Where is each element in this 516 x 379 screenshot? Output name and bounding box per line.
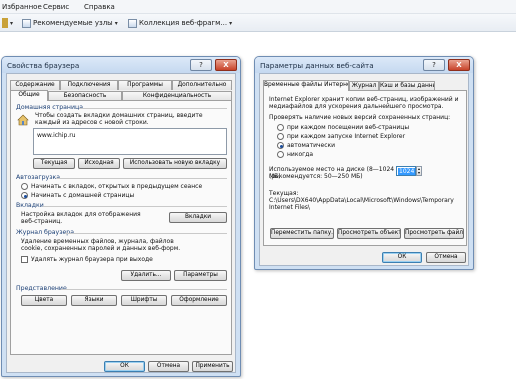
help-button[interactable]: ? bbox=[423, 59, 445, 71]
general-tab-panel: Домашняя страница Чтобы создать вкладки … bbox=[10, 100, 232, 355]
website-data-settings-window: Параметры данных веб-сайта ? X Временные… bbox=[254, 56, 474, 270]
appearance-heading: Представление bbox=[16, 285, 67, 292]
temporary-files-panel: Internet Explorer хранит копии веб-стран… bbox=[263, 90, 467, 246]
ok-button[interactable]: ОК bbox=[104, 361, 145, 372]
fonts-button[interactable]: Шрифты bbox=[121, 295, 167, 306]
check-every-start-radio[interactable] bbox=[277, 133, 284, 140]
check-newer-label: Проверять наличие новых версий сохраненн… bbox=[269, 114, 451, 121]
home-page-urls-field[interactable]: www.ichip.ru bbox=[33, 128, 227, 155]
divider bbox=[57, 178, 227, 179]
disk-space-spinner[interactable]: ▴ ▾ bbox=[416, 166, 422, 176]
move-folder-button[interactable]: Переместить папку... bbox=[270, 228, 334, 239]
check-every-visit-label: при каждом посещении веб-страницы bbox=[287, 124, 410, 131]
ok-button[interactable]: ОК bbox=[382, 252, 422, 263]
tabs-heading: Вкладки bbox=[16, 202, 44, 209]
chevron-down-icon: ▾ bbox=[10, 19, 14, 27]
startup-home-radio[interactable] bbox=[21, 192, 28, 199]
disk-space-input[interactable]: 1024 bbox=[396, 166, 416, 176]
tab-temporary-internet-files[interactable]: Временные файлы Интернета bbox=[263, 80, 349, 91]
home-page-description: Чтобы создать вкладки домашних страниц, … bbox=[35, 112, 203, 126]
tab-advanced[interactable]: Дополнительно bbox=[172, 80, 232, 90]
tab-programs[interactable]: Программы bbox=[118, 80, 172, 90]
title-bar[interactable]: Свойства браузера ? X bbox=[2, 57, 240, 73]
menu-help[interactable]: Справка bbox=[84, 3, 115, 11]
startup-restore-radio[interactable] bbox=[21, 183, 28, 190]
close-button[interactable]: X bbox=[448, 59, 470, 71]
current-location-label: Текущая: bbox=[269, 190, 299, 197]
apply-button[interactable]: Применить bbox=[192, 361, 233, 372]
favorites-bar: ▾ Рекомендуемые узлы ▾ Коллекция веб-фра… bbox=[0, 14, 516, 32]
use-default-button[interactable]: Исходная bbox=[78, 158, 120, 169]
current-location-path: C:\Users\DX640\AppData\Local\Microsoft\W… bbox=[269, 197, 454, 211]
divider bbox=[43, 206, 227, 207]
colors-button[interactable]: Цвета bbox=[21, 295, 67, 306]
home-page-heading: Домашняя страница bbox=[16, 104, 83, 111]
tab-connections[interactable]: Подключения bbox=[60, 80, 118, 90]
cancel-button[interactable]: Отмена bbox=[426, 252, 466, 263]
cancel-button[interactable]: Отмена bbox=[148, 361, 189, 372]
startup-home-label: Начинать с домашней страницы bbox=[31, 192, 135, 199]
languages-button[interactable]: Языки bbox=[71, 295, 117, 306]
web-slice-gallery-link[interactable]: Коллекция веб-фрагм... ▾ bbox=[128, 17, 232, 29]
view-files-button[interactable]: Просмотреть файлы bbox=[404, 228, 464, 239]
delete-history-button[interactable]: Удалить... bbox=[121, 270, 171, 281]
view-objects-button[interactable]: Просмотреть объекты bbox=[337, 228, 401, 239]
disk-space-recommended: (рекомендуется: 50—250 МБ) bbox=[269, 173, 363, 180]
check-automatically-label: автоматически bbox=[287, 142, 336, 149]
title-bar[interactable]: Параметры данных веб-сайта ? X bbox=[255, 57, 473, 73]
suggested-sites-link[interactable]: Рекомендуемые узлы ▾ bbox=[22, 17, 118, 29]
check-never-label: никогда bbox=[287, 151, 314, 158]
suggested-sites-link[interactable]: ▾ bbox=[2, 17, 13, 29]
check-automatically-radio[interactable] bbox=[277, 142, 284, 149]
history-description: Удаление временных файлов, журнала, файл… bbox=[21, 238, 181, 252]
history-settings-button[interactable]: Параметры bbox=[174, 270, 227, 281]
tab-general[interactable]: Общие bbox=[10, 90, 48, 101]
chevron-down-icon: ▾ bbox=[229, 19, 233, 27]
browser-properties-window: Свойства браузера ? X Содержание Подключ… bbox=[1, 56, 241, 377]
check-never-radio[interactable] bbox=[277, 151, 284, 158]
accessibility-button[interactable]: Оформление bbox=[171, 295, 227, 306]
cache-description: Internet Explorer хранит копии веб-стран… bbox=[269, 96, 459, 110]
help-button[interactable]: ? bbox=[190, 59, 212, 71]
tabs-description: Настройка вкладок для отображения веб-ст… bbox=[21, 211, 141, 225]
tabs-settings-button[interactable]: Вкладки bbox=[169, 212, 227, 223]
house-icon bbox=[17, 114, 29, 126]
startup-restore-label: Начинать с вкладок, открытых в предыдуще… bbox=[31, 183, 203, 190]
chevron-down-icon: ▾ bbox=[114, 19, 118, 27]
ie-page-icon bbox=[128, 18, 137, 28]
tab-content[interactable]: Содержание bbox=[10, 80, 60, 90]
check-every-visit-radio[interactable] bbox=[277, 124, 284, 131]
window-title: Параметры данных веб-сайта bbox=[260, 61, 374, 70]
disk-space-value: 1024 bbox=[398, 168, 416, 175]
dialog-body: Содержание Подключения Программы Дополни… bbox=[6, 73, 236, 373]
menu-tools[interactable]: Сервис bbox=[43, 3, 69, 11]
menu-favorites[interactable]: Избранное bbox=[2, 3, 42, 11]
ie-page-icon bbox=[22, 18, 31, 28]
use-current-button[interactable]: Текущая bbox=[33, 158, 75, 169]
delete-on-exit-checkbox[interactable] bbox=[21, 256, 28, 263]
dialog-body: Временные файлы Интернета Журнал Кэш и б… bbox=[259, 73, 469, 266]
use-new-tab-button[interactable]: Использовать новую вкладку bbox=[123, 158, 227, 169]
divider bbox=[65, 233, 227, 234]
close-button[interactable]: X bbox=[215, 59, 237, 71]
window-title: Свойства браузера bbox=[7, 61, 80, 70]
home-page-url-value: www.ichip.ru bbox=[37, 132, 76, 139]
divider bbox=[79, 108, 227, 109]
check-every-start-label: при каждом запуске Internet Explorer bbox=[287, 133, 406, 140]
star-icon bbox=[2, 18, 8, 28]
startup-heading: Автозагрузка bbox=[16, 174, 61, 181]
menu-bar: Избранное Сервис Справка bbox=[0, 0, 516, 14]
divider bbox=[61, 289, 227, 290]
delete-on-exit-label: Удалять журнал браузера при выходе bbox=[31, 256, 153, 263]
